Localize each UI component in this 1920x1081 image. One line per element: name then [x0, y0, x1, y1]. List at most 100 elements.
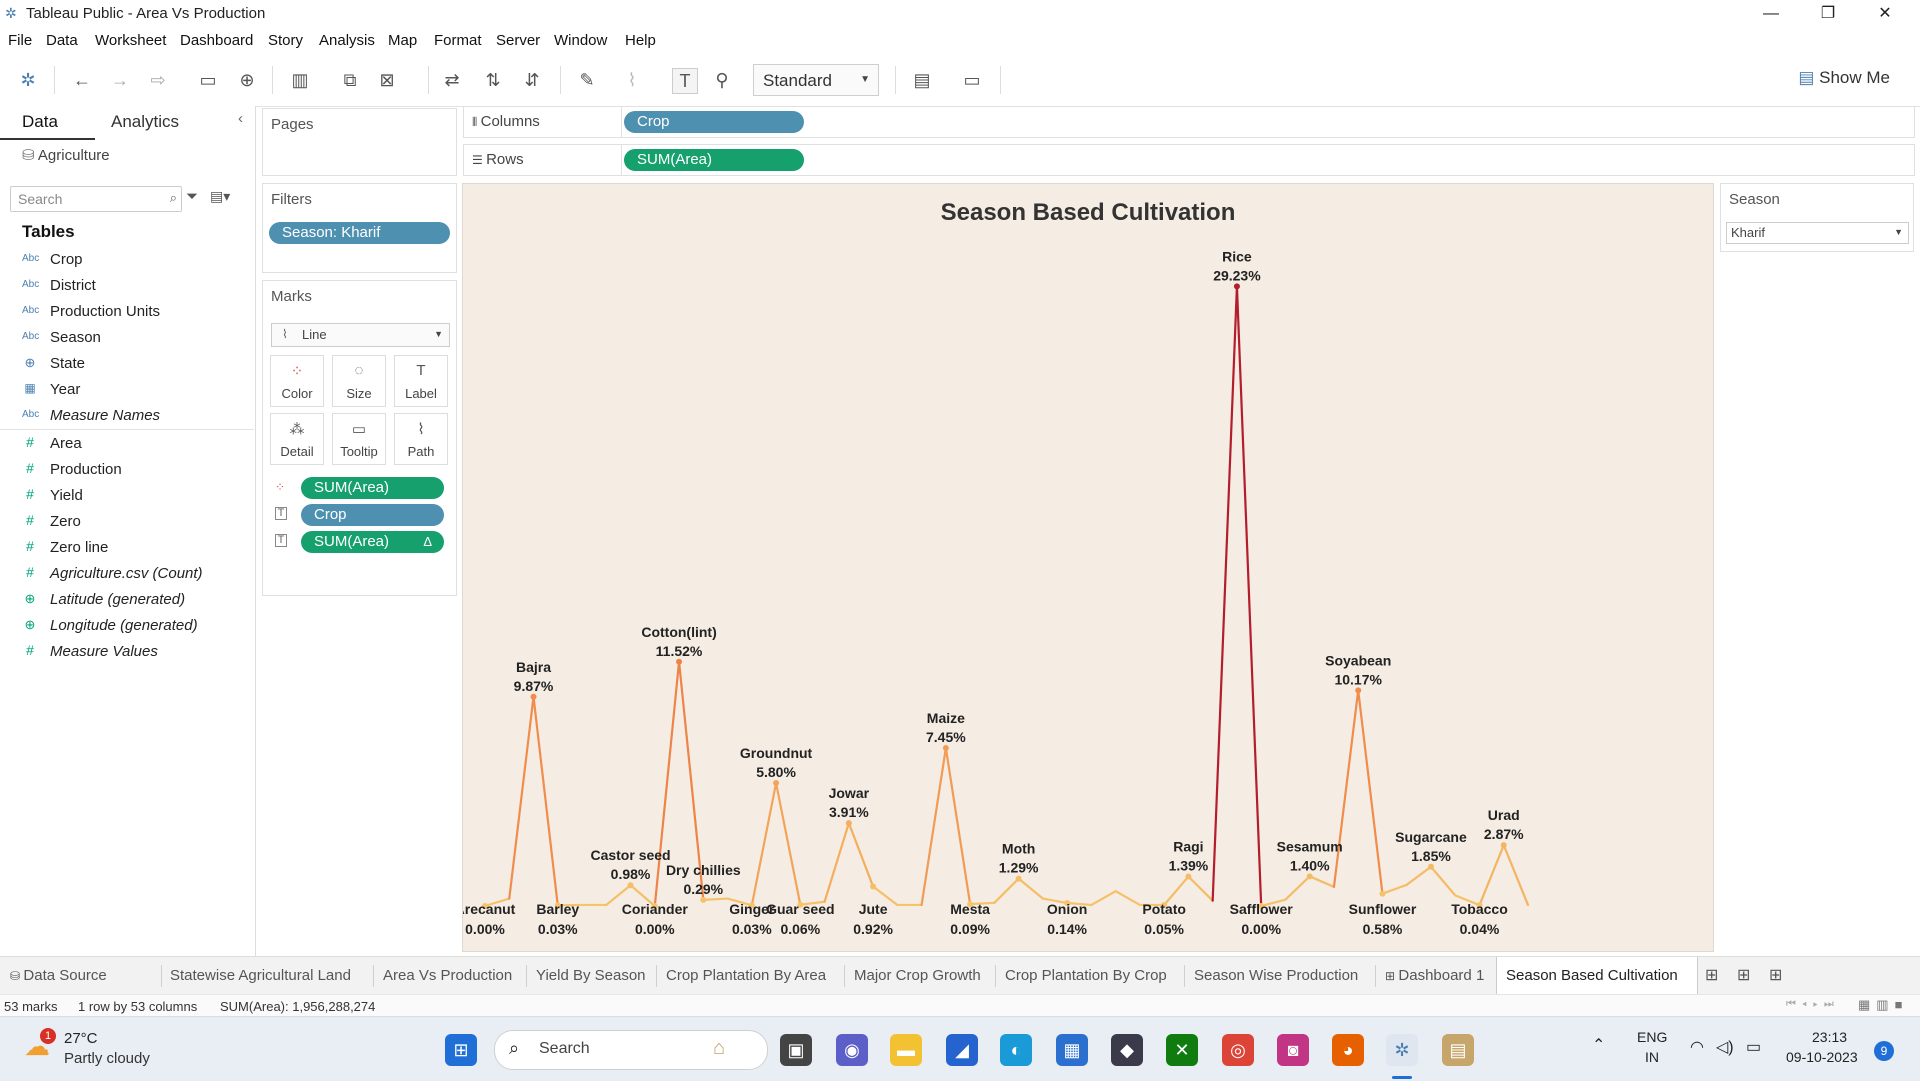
teams-chat-icon[interactable]: ◉	[836, 1034, 868, 1066]
menu-story[interactable]: Story	[268, 32, 303, 49]
data-point-dry-chillies[interactable]	[700, 897, 706, 903]
menu-dashboard[interactable]: Dashboard	[180, 32, 253, 49]
edge-browser-icon[interactable]: ◐	[1000, 1034, 1032, 1066]
field-yield[interactable]: #Yield	[0, 484, 254, 508]
field-search-input[interactable]: Search ⌕	[10, 186, 182, 212]
field-district[interactable]: AbcDistrict	[0, 274, 254, 298]
show-me-button[interactable]: ▤ Show Me	[1798, 68, 1890, 88]
minimize-button[interactable]: —	[1748, 2, 1794, 26]
data-point-bajra[interactable]	[531, 694, 537, 700]
redo-icon[interactable]: →	[108, 68, 132, 92]
file-explorer-icon[interactable]: ▬	[890, 1034, 922, 1066]
sort-descending-icon[interactable]: ⇵	[520, 68, 544, 92]
show-cards-icon[interactable]: ▤	[910, 68, 934, 92]
tab-crop-plantation-by-area[interactable]: Crop Plantation By Area	[666, 967, 826, 984]
microsoft-store-icon[interactable]: ▦	[1056, 1034, 1088, 1066]
path-button[interactable]: ⌇Path	[394, 413, 448, 465]
firefox-browser-icon[interactable]: ◕	[1332, 1034, 1364, 1066]
data-point-sugarcane[interactable]	[1428, 864, 1434, 870]
tab-crop-plantation-by-crop[interactable]: Crop Plantation By Crop	[1005, 967, 1167, 984]
highlight-icon[interactable]: ✎	[575, 68, 599, 92]
show-labels-icon[interactable]: T	[672, 68, 698, 94]
filter-pill-season[interactable]: Season: Kharif	[269, 222, 450, 244]
view-toggle-icon[interactable]: ▦▥■	[1858, 997, 1908, 1013]
mark-type-dropdown[interactable]: ⌇ Line ▼	[271, 323, 450, 347]
tab-major-crop-growth[interactable]: Major Crop Growth	[854, 967, 981, 984]
pin-icon[interactable]: ⚲	[710, 68, 734, 92]
field-measure-values[interactable]: #Measure Values	[0, 640, 254, 664]
sort-ascending-icon[interactable]: ⇅	[481, 68, 505, 92]
season-dropdown[interactable]: Kharif ▼	[1726, 222, 1909, 244]
group-icon[interactable]: ⌇	[620, 68, 644, 92]
language-top[interactable]: ENG	[1637, 1029, 1667, 1045]
wifi-icon[interactable]: ◠	[1690, 1037, 1704, 1057]
detail-button[interactable]: ⁂Detail	[270, 413, 324, 465]
data-point-moth[interactable]	[1016, 876, 1022, 882]
archive-app-icon[interactable]: ▤	[1442, 1034, 1474, 1066]
color-button[interactable]: ⁘Color	[270, 355, 324, 407]
menu-format[interactable]: Format	[434, 32, 482, 49]
battery-icon[interactable]: ▭	[1746, 1037, 1761, 1057]
menu-window[interactable]: Window	[554, 32, 607, 49]
settings-app-icon[interactable]: ◆	[1111, 1034, 1143, 1066]
marks-pill-sum-area-color[interactable]: SUM(Area)	[301, 477, 444, 499]
data-point-urad[interactable]	[1501, 842, 1507, 848]
menu-analysis[interactable]: Analysis	[319, 32, 375, 49]
data-point-ragi[interactable]	[1185, 874, 1191, 880]
presentation-icon[interactable]: ▭	[960, 68, 984, 92]
tooltip-button[interactable]: ▭Tooltip	[332, 413, 386, 465]
datasource-item[interactable]: ⛁ Agriculture	[22, 146, 110, 164]
tab-navigation-icon[interactable]: ⏮◂▸⏭	[1786, 998, 1840, 1011]
new-worksheet-icon[interactable]: ⊞	[1705, 965, 1718, 985]
tab-data-source[interactable]: ⛁ Data Source	[10, 967, 107, 984]
tab-area-vs-production[interactable]: Area Vs Production	[383, 967, 512, 984]
field-measure-names[interactable]: AbcMeasure Names	[0, 404, 254, 428]
data-point-jowar[interactable]	[846, 820, 852, 826]
volume-icon[interactable]: ◁)	[1716, 1037, 1734, 1057]
menu-data[interactable]: Data	[46, 32, 78, 49]
field-zero[interactable]: #Zero	[0, 510, 254, 534]
tab-yield-by-season[interactable]: Yield By Season	[536, 967, 646, 984]
data-point-groundnut[interactable]	[773, 780, 779, 786]
field-agriculture-count[interactable]: #Agriculture.csv (Count)	[0, 562, 254, 586]
field-latitude[interactable]: ⊕Latitude (generated)	[0, 588, 254, 612]
tab-data[interactable]: Data	[22, 112, 58, 132]
columns-pill-crop[interactable]: Crop	[624, 111, 804, 133]
xbox-icon[interactable]: ✕	[1166, 1034, 1198, 1066]
data-point-sesamum[interactable]	[1307, 873, 1313, 879]
marks-pill-sum-area-label[interactable]: SUM(Area)Δ	[301, 531, 444, 553]
menu-server[interactable]: Server	[496, 32, 540, 49]
new-worksheet-icon[interactable]: ▥	[288, 68, 312, 92]
field-zero-line[interactable]: #Zero line	[0, 536, 254, 560]
menu-file[interactable]: File	[8, 32, 32, 49]
new-datasource-icon[interactable]: ⊕	[235, 68, 259, 92]
field-area[interactable]: #Area	[0, 432, 254, 456]
data-point-maize[interactable]	[943, 745, 949, 751]
tab-dashboard-1[interactable]: ⊞ Dashboard 1	[1385, 967, 1484, 984]
rows-shelf[interactable]: ☰ Rows SUM(Area)	[463, 144, 1915, 176]
field-state[interactable]: ⊕State	[0, 352, 254, 376]
tab-season-based-cultivation[interactable]: Season Based Cultivation	[1496, 957, 1698, 995]
windows-start-icon[interactable]: ⊞	[445, 1034, 477, 1066]
viz-canvas[interactable]: Season Based Cultivation Arecanut0.00%Ba…	[462, 183, 1714, 952]
menu-map[interactable]: Map	[388, 32, 417, 49]
clock-date[interactable]: 09-10-2023	[1786, 1049, 1858, 1065]
field-longitude[interactable]: ⊕Longitude (generated)	[0, 614, 254, 638]
tableau-home-icon[interactable]: ✲	[16, 68, 40, 92]
fit-dropdown[interactable]: Standard ▼	[753, 64, 879, 96]
duplicate-icon[interactable]: ⧉	[338, 68, 362, 92]
data-point-castor-seed[interactable]	[628, 882, 634, 888]
editor-app-icon[interactable]: ◢	[946, 1034, 978, 1066]
swap-icon[interactable]: ⇄	[440, 68, 464, 92]
instagram-icon[interactable]: ◙	[1277, 1034, 1309, 1066]
taskbar-search-input[interactable]: ⌕ Search ⌂	[494, 1030, 768, 1070]
collapse-pane-icon[interactable]: ‹	[238, 110, 243, 127]
restore-button[interactable]: ❐	[1805, 2, 1851, 26]
data-point-cotton-lint-[interactable]	[676, 659, 682, 665]
rows-pill-sum-area[interactable]: SUM(Area)	[624, 149, 804, 171]
filter-icon[interactable]: ⏷	[186, 188, 198, 205]
columns-shelf[interactable]: ⦀ Columns Crop	[463, 106, 1915, 138]
data-point-soyabean[interactable]	[1355, 687, 1361, 693]
field-production-units[interactable]: AbcProduction Units	[0, 300, 254, 324]
menu-help[interactable]: Help	[625, 32, 656, 49]
